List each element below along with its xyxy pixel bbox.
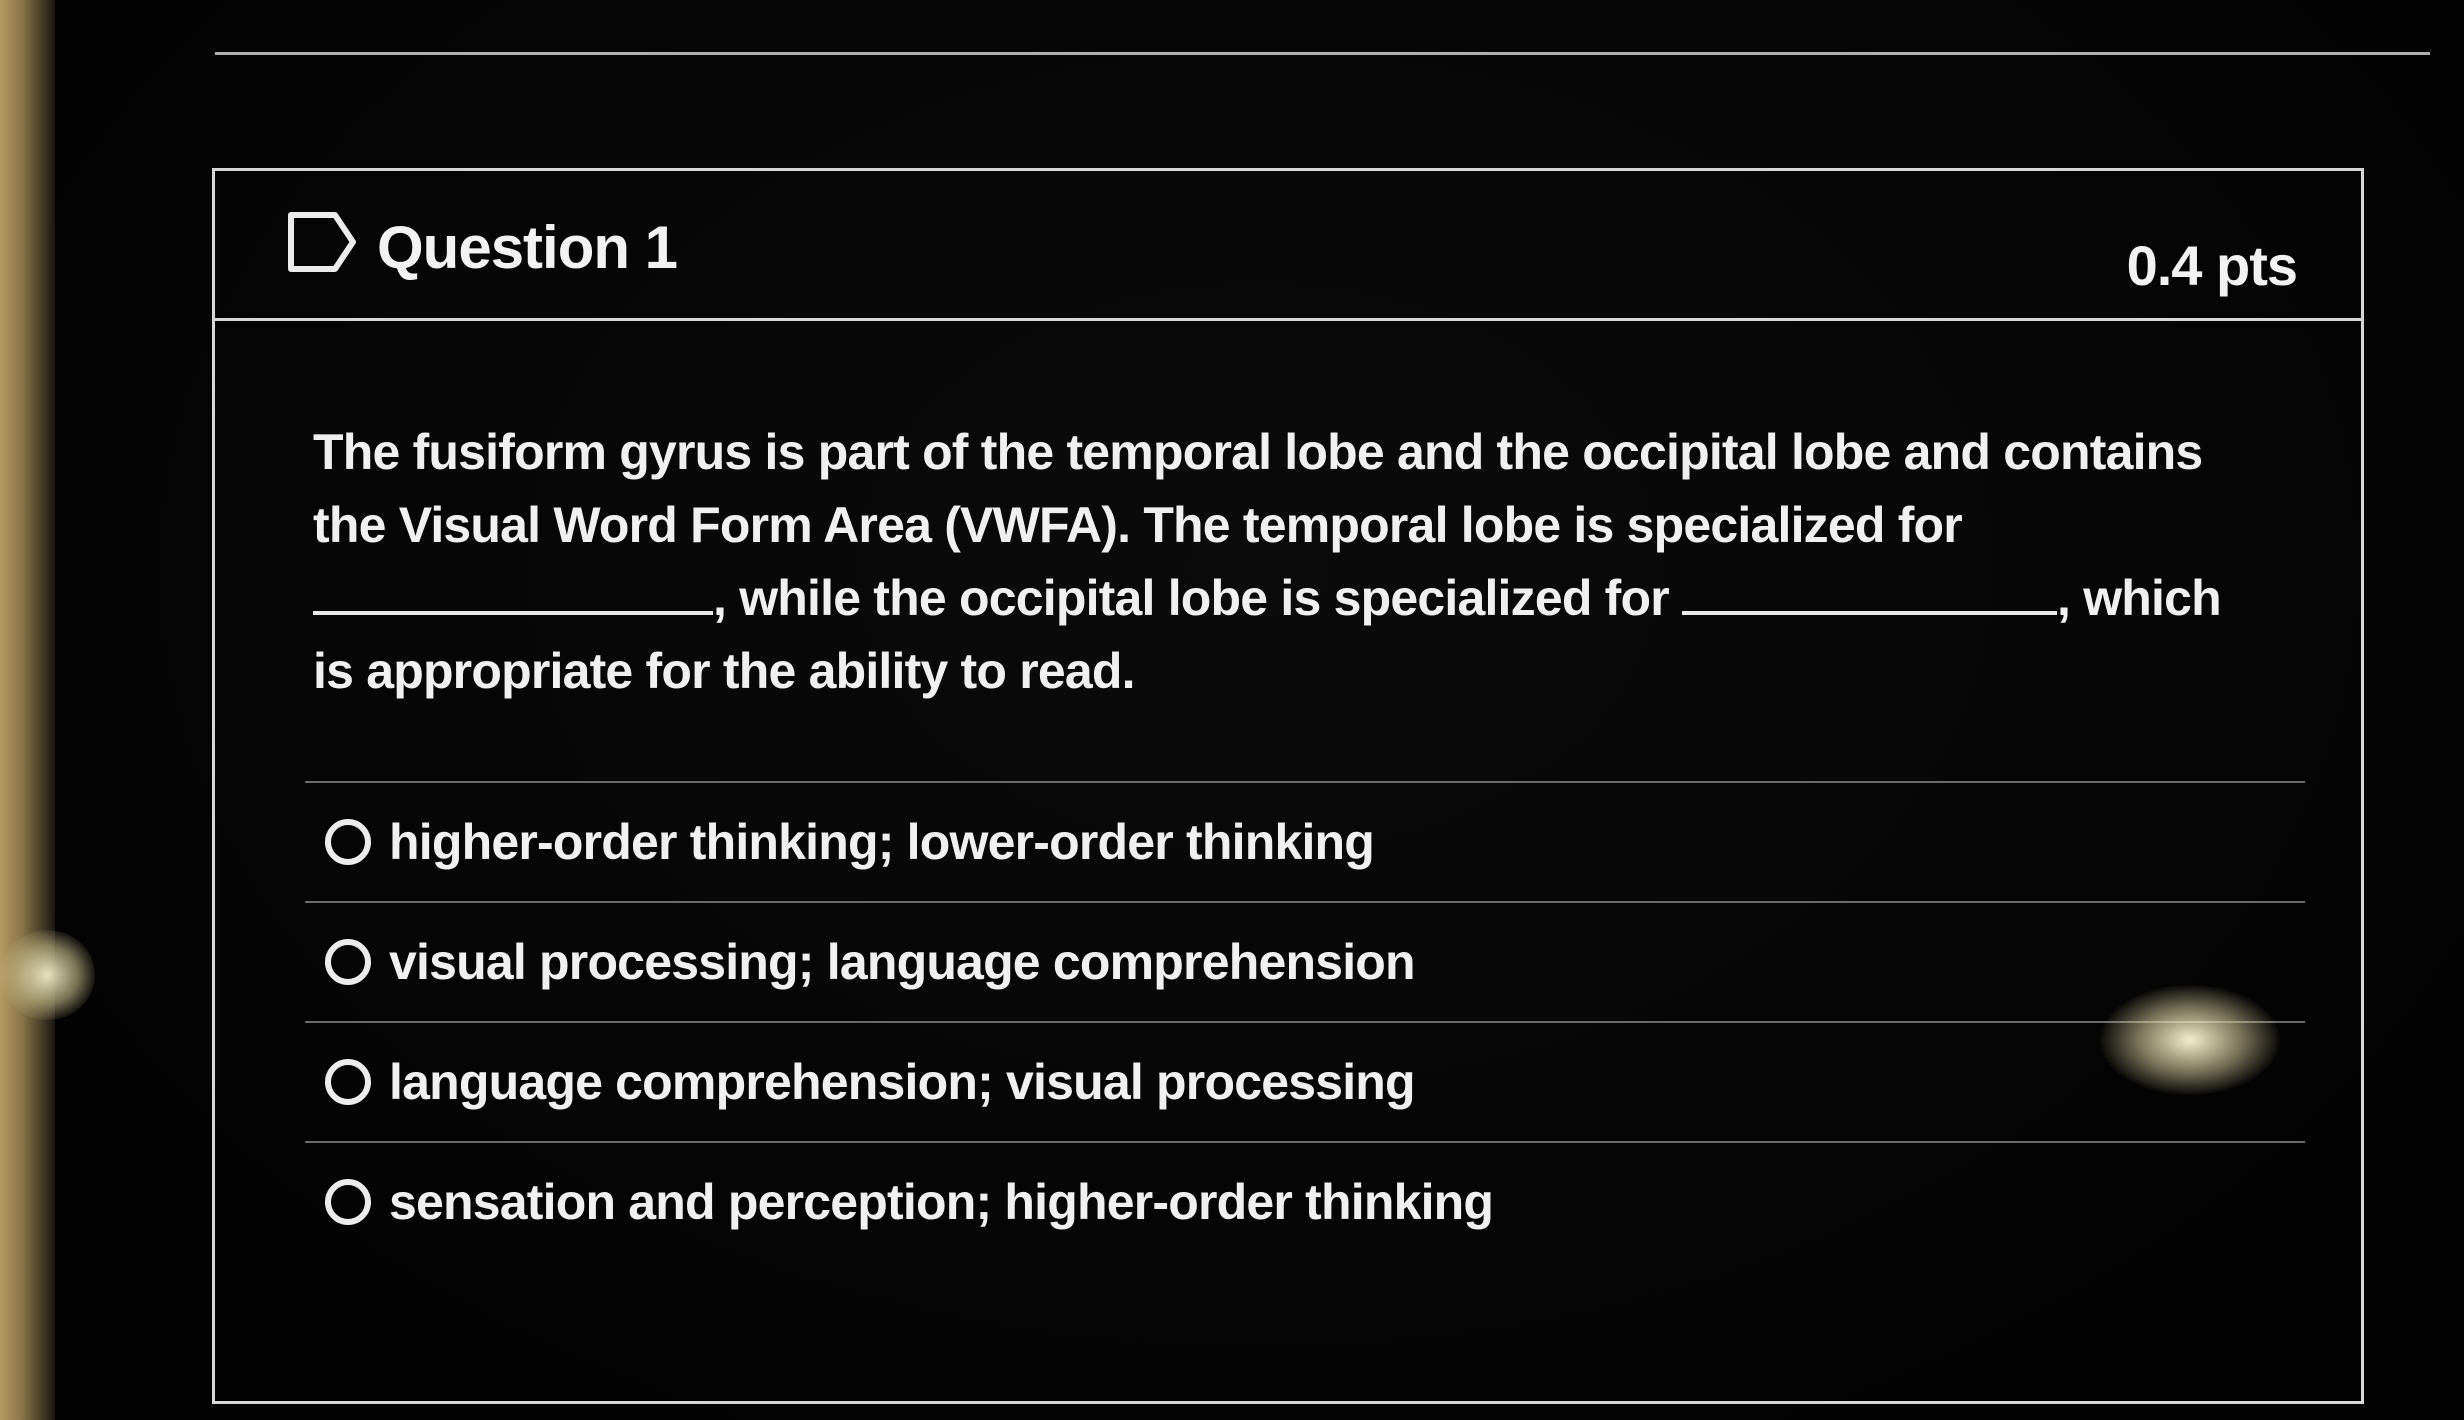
question-text: The fusiform gyrus is part of the tempor…: [313, 416, 2273, 708]
radio-button[interactable]: [325, 1179, 371, 1225]
question-text-part1: The fusiform gyrus is part of the tempor…: [313, 424, 2203, 553]
device-bezel: [0, 0, 55, 1420]
question-card: Question 1 0.4 pts The fusiform gyrus is…: [212, 168, 2364, 1404]
answer-list: higher-order thinking; lower-order think…: [305, 781, 2305, 1261]
answer-option-4[interactable]: sensation and perception; higher-order t…: [305, 1143, 2305, 1261]
answer-label: language comprehension; visual processin…: [389, 1054, 1416, 1110]
question-header: Question 1 0.4 pts: [215, 171, 2361, 321]
page-divider: [215, 52, 2430, 55]
answer-blank-2: [1682, 565, 2058, 615]
question-title: Question 1: [377, 214, 678, 281]
radio-button[interactable]: [325, 819, 371, 865]
radio-button[interactable]: [325, 939, 371, 985]
question-points: 0.4 pts: [2126, 234, 2298, 297]
answer-blank-1: [313, 565, 713, 615]
answer-label: sensation and perception; higher-order t…: [389, 1174, 1494, 1230]
blank-comma: ,: [713, 570, 727, 626]
question-text-part2: while the occipital lobe is specialized …: [739, 570, 1670, 626]
answer-option-2[interactable]: visual processing; language comprehensio…: [305, 903, 2305, 1023]
answer-option-3[interactable]: language comprehension; visual processin…: [305, 1023, 2305, 1143]
answer-option-1[interactable]: higher-order thinking; lower-order think…: [305, 783, 2305, 903]
answer-label: higher-order thinking; lower-order think…: [389, 814, 1375, 870]
answer-label: visual processing; language comprehensio…: [389, 934, 1416, 990]
flag-outline-icon[interactable]: [287, 211, 357, 273]
radio-button[interactable]: [325, 1059, 371, 1105]
